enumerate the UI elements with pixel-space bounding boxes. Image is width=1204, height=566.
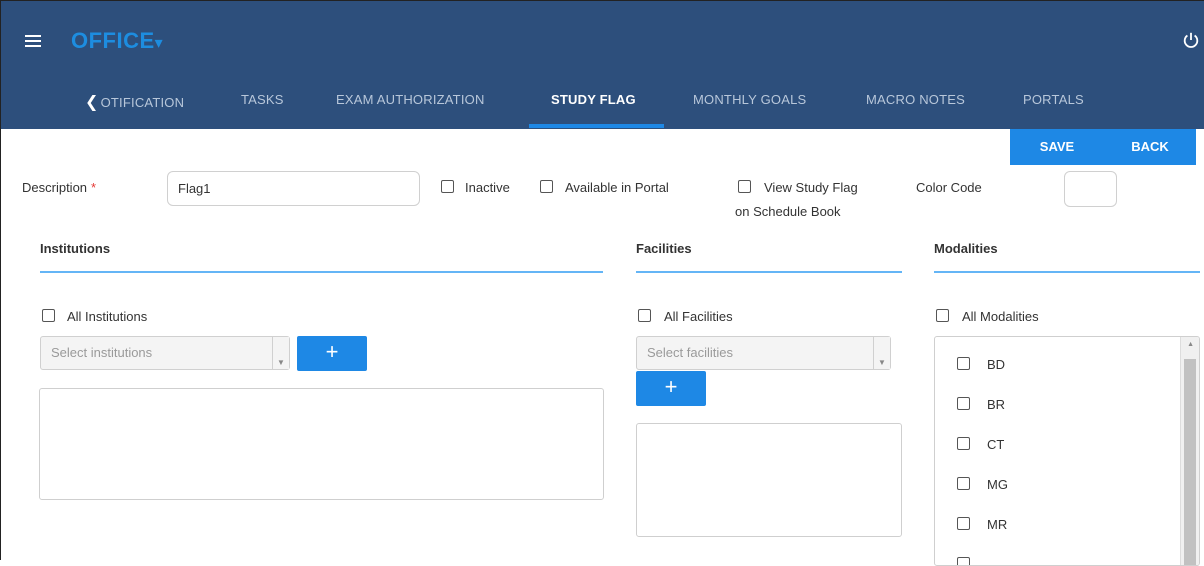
tab-label: PORTALS (1023, 92, 1084, 107)
facilities-title: Facilities (636, 241, 692, 256)
color-code-label: Color Code (916, 180, 982, 195)
facilities-divider (636, 271, 902, 273)
brand-caret-icon: ▾ (154, 35, 164, 52)
tab-study-flag[interactable]: STUDY FLAG (551, 92, 636, 107)
all-modalities-checkbox[interactable] (936, 309, 949, 322)
modalities-list[interactable]: BD BR CT MG MR ▲ (934, 336, 1200, 566)
inactive-label: Inactive (465, 180, 510, 195)
top-header: OFFICE▾ ❮ OTIFICATION TASKS EXAM AUTHORIZ… (1, 1, 1204, 129)
tab-label: MACRO NOTES (866, 92, 965, 107)
back-button[interactable]: BACK (1104, 129, 1196, 165)
all-facilities-checkbox[interactable] (638, 309, 651, 322)
scroll-up-icon[interactable]: ▲ (1187, 341, 1194, 348)
required-marker: * (91, 180, 97, 195)
app-brand-menu[interactable]: OFFICE▾ (71, 28, 163, 54)
facilities-select[interactable]: Select facilities ▼ (636, 336, 891, 370)
dropdown-arrow-icon[interactable]: ▼ (272, 337, 289, 369)
all-facilities-label: All Facilities (664, 309, 733, 324)
save-button[interactable]: SAVE (1010, 129, 1104, 165)
modality-label: BD (987, 357, 1006, 372)
facilities-list[interactable] (636, 423, 902, 537)
brand-label: OFFICE (71, 28, 155, 53)
institutions-title: Institutions (40, 241, 111, 256)
modality-label: BR (987, 397, 1006, 412)
view-study-flag-checkbox[interactable] (738, 180, 751, 193)
tab-exam-authorization[interactable]: EXAM AUTHORIZATION (336, 92, 485, 107)
available-in-portal-checkbox[interactable] (540, 180, 553, 193)
modality-label: MG (987, 477, 1008, 492)
all-institutions-checkbox[interactable] (42, 309, 55, 322)
tab-tasks[interactable]: TASKS (241, 92, 284, 107)
menu-icon[interactable] (25, 35, 41, 47)
active-tab-indicator (529, 124, 664, 128)
modality-checkbox[interactable] (957, 357, 970, 370)
institutions-placeholder: Select institutions (51, 345, 153, 360)
tab-notification[interactable]: ❮ OTIFICATION (85, 92, 184, 112)
facilities-placeholder: Select facilities (647, 345, 733, 360)
available-in-portal-label: Available in Portal (565, 180, 669, 195)
description-label-text: Description (22, 180, 88, 195)
description-label: Description * (22, 180, 96, 195)
institutions-list[interactable] (39, 388, 604, 500)
view-study-flag-label-line2: on Schedule Book (735, 204, 841, 219)
tab-macro-notes[interactable]: MACRO NOTES (866, 92, 965, 107)
institutions-divider (40, 271, 603, 273)
all-modalities-label: All Modalities (962, 309, 1039, 324)
view-study-flag-label-line1: View Study Flag (764, 180, 858, 195)
add-institution-button[interactable]: + (297, 336, 367, 371)
modality-checkbox[interactable] (957, 437, 970, 450)
color-code-picker[interactable] (1064, 171, 1117, 207)
modality-checkbox[interactable] (957, 517, 970, 530)
modality-checkbox[interactable] (957, 397, 970, 410)
inactive-checkbox[interactable] (441, 180, 454, 193)
add-facility-button[interactable]: + (636, 371, 706, 406)
description-input[interactable]: Flag1 (167, 171, 420, 206)
description-value: Flag1 (178, 181, 211, 196)
tab-label: OTIFICATION (100, 95, 185, 110)
dropdown-arrow-icon[interactable]: ▼ (873, 337, 890, 369)
scrollbar-thumb[interactable] (1184, 359, 1196, 565)
modality-checkbox[interactable] (957, 557, 970, 565)
tab-portals[interactable]: PORTALS (1023, 92, 1084, 107)
tab-monthly-goals[interactable]: MONTHLY GOALS (693, 92, 806, 107)
modality-label: MR (987, 517, 1008, 532)
power-icon[interactable] (1182, 31, 1200, 49)
modality-label: CT (987, 437, 1005, 452)
all-institutions-label: All Institutions (67, 309, 148, 324)
institutions-select[interactable]: Select institutions ▼ (40, 336, 290, 370)
tab-label: EXAM AUTHORIZATION (336, 92, 485, 107)
tab-bar: ❮ OTIFICATION TASKS EXAM AUTHORIZATION ST… (1, 76, 1204, 126)
modality-checkbox[interactable] (957, 477, 970, 490)
tab-label: TASKS (241, 92, 284, 107)
modalities-divider (934, 271, 1200, 273)
chevron-left-icon[interactable]: ❮ (85, 92, 99, 112)
tab-label: MONTHLY GOALS (693, 92, 807, 107)
modalities-scrollbar[interactable]: ▲ (1180, 337, 1199, 565)
modalities-title: Modalities (934, 241, 998, 256)
tab-label: STUDY FLAG (551, 92, 636, 107)
